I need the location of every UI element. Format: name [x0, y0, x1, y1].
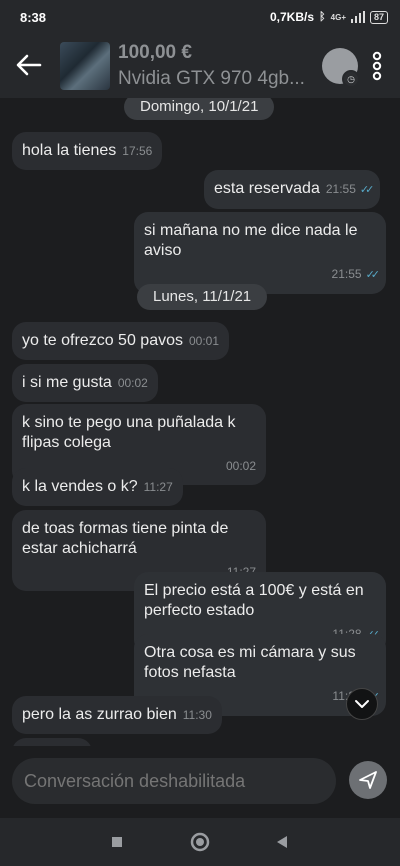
message-text: pero la as zurrao bien [22, 706, 177, 723]
circle-icon[interactable] [188, 830, 212, 854]
message-text: yo te ofrezco 50 pavos [22, 332, 183, 349]
scroll-to-bottom-button[interactable] [346, 688, 378, 720]
status-time: 8:38 [20, 10, 47, 25]
message-time: 11:27 [143, 480, 173, 494]
network-type: 4G+ [330, 12, 346, 22]
chevron-down-icon [355, 700, 369, 708]
date-separator: Lunes, 11/1/21 [137, 284, 268, 310]
clock-icon: ◷ [342, 70, 360, 88]
message-text: si mañana no me dice nada le aviso [144, 222, 358, 259]
message-text: Otra cosa es mi cámara y sus fotos nefas… [144, 644, 356, 681]
message-incoming[interactable]: yo te ofrezco 50 pavos 00:01 [12, 322, 230, 360]
message-time: 21:55 [331, 267, 362, 281]
bluetooth-icon: ᛒ [319, 11, 326, 23]
message-time: 00:01 [188, 334, 220, 348]
message-incoming[interactable]: hola la tienes 17:56 [12, 132, 163, 170]
triangle-back-icon[interactable] [270, 830, 294, 854]
message-text: de toas formas tiene pinta de estar achi… [22, 520, 229, 557]
send-icon [359, 771, 377, 789]
double-check-icon: ✓✓ [359, 184, 375, 196]
message-incoming[interactable]: pero la as zurrao bien 11:30 [12, 696, 222, 734]
message-outgoing[interactable]: si mañana no me dice nada le aviso 21:55… [134, 212, 386, 294]
message-list[interactable]: Domingo, 10/1/21 hola la tienes 17:56 est… [0, 98, 400, 746]
conversation-header: 100,00 € Nvidia GTX 970 4gb... ◷ [0, 34, 400, 98]
message-outgoing[interactable]: esta reservada 21:55 ✓✓ [204, 170, 381, 209]
message-incoming[interactable]: i si me gusta 00:02 [12, 364, 158, 402]
more-vertical-icon[interactable] [368, 50, 386, 82]
status-bar: 8:38 0,7KB/s ᛒ 4G+ 87 [0, 0, 400, 34]
date-separator: Domingo, 10/1/21 [124, 98, 275, 120]
message-time: 17:56 [122, 144, 153, 158]
double-check-icon: ✓✓ [365, 269, 381, 281]
composer [0, 746, 400, 818]
square-icon[interactable] [105, 830, 129, 854]
message-text: El precio está a 100€ y está en perfecto… [144, 582, 364, 619]
product-title: Nvidia GTX 970 4gb... [118, 68, 305, 89]
message-time: 11:30 [182, 708, 212, 722]
system-nav-bar [0, 818, 400, 866]
battery-indicator: 87 [369, 10, 388, 24]
product-price: 100,00 € [118, 42, 192, 63]
message-incoming[interactable]: k la vendes o k? 11:27 [12, 468, 183, 506]
message-time: 21:55 [325, 182, 356, 196]
network-speed: 0,7KB/s [270, 10, 315, 24]
arrow-left-icon[interactable] [14, 50, 44, 80]
message-text: esta reservada [214, 180, 320, 197]
message-incoming-partial[interactable] [12, 738, 92, 746]
send-button[interactable] [349, 761, 387, 799]
message-text: i si me gusta [22, 374, 112, 391]
message-input[interactable] [12, 758, 336, 804]
status-icons: 0,7KB/s ᛒ 4G+ 87 [270, 10, 388, 24]
message-time: 00:02 [117, 376, 148, 390]
message-meta: 21:55 ✓✓ [144, 264, 381, 285]
message-text: k la vendes o k? [22, 478, 138, 495]
product-thumbnail[interactable] [60, 42, 110, 90]
signal-icon [350, 11, 365, 23]
message-text: k sino te pego una puñalada k flipas col… [22, 414, 236, 451]
message-text: hola la tienes [22, 142, 117, 159]
